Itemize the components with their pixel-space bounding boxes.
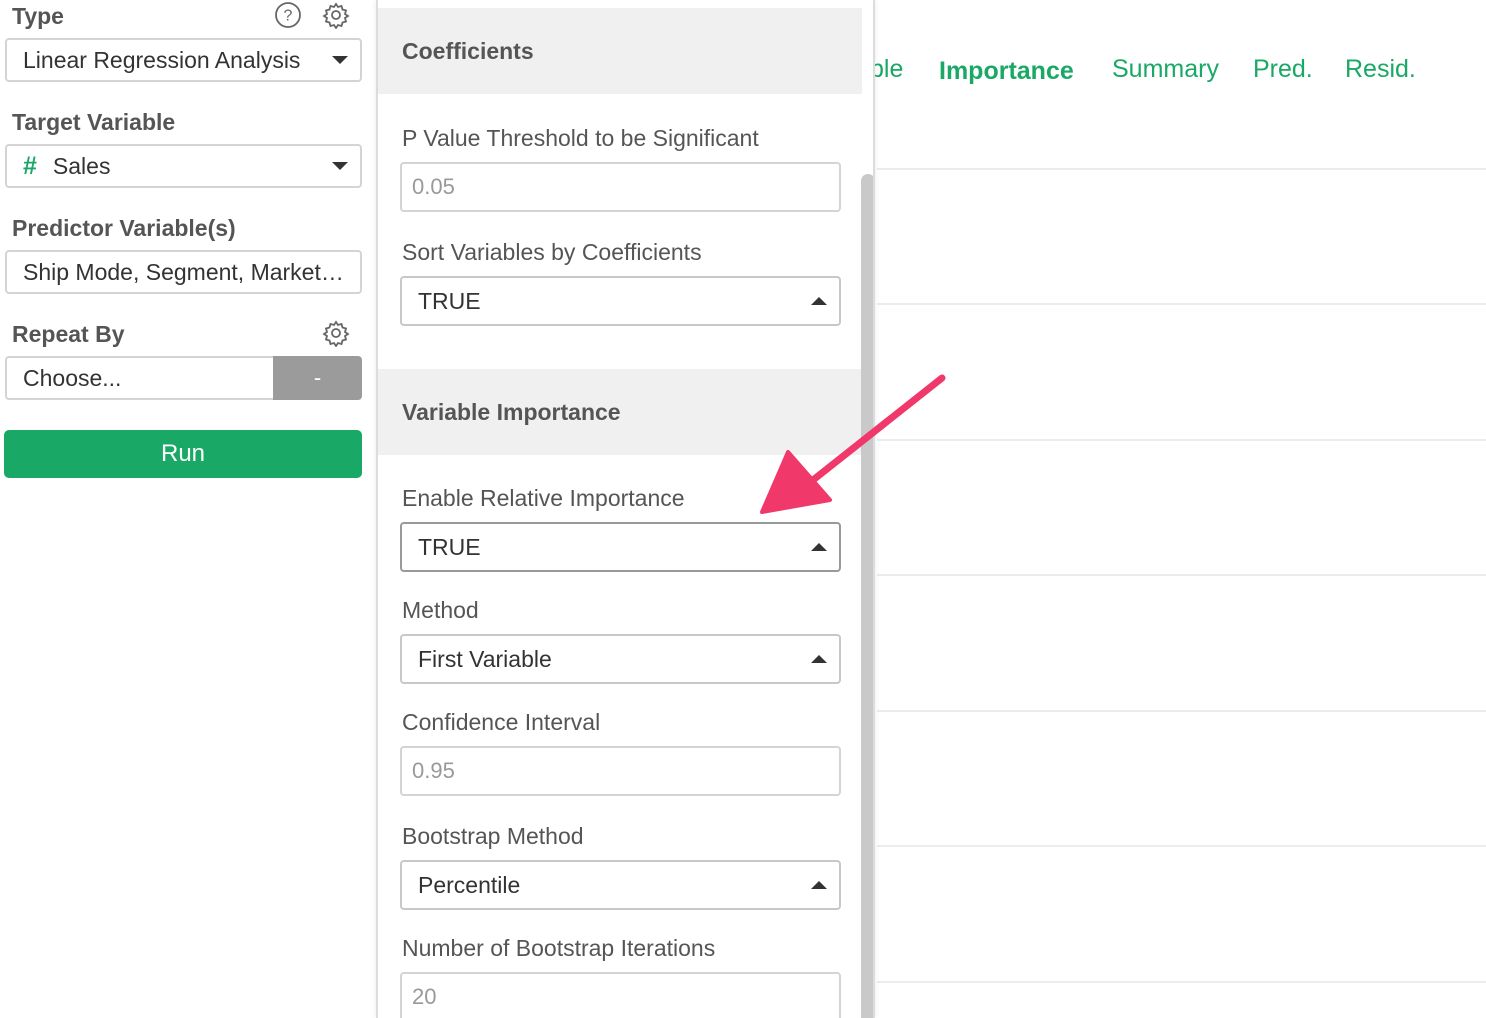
sort-variables-select[interactable]: TRUE <box>400 276 841 326</box>
predictor-variables-value: Ship Mode, Segment, Market, Region, Cate… <box>23 258 360 285</box>
repeat-by-control: Choose... - <box>5 356 362 400</box>
chevron-up-icon <box>811 655 827 663</box>
sort-variables-value: TRUE <box>418 287 481 314</box>
bootstrap-method-select[interactable]: Percentile <box>400 860 841 910</box>
tab-prediction[interactable]: Pred. <box>1253 55 1313 84</box>
coefficients-section-header: Coefficients <box>378 8 862 94</box>
gear-icon[interactable] <box>321 0 351 30</box>
target-variable-label: Target Variable <box>12 109 176 135</box>
repeat-by-label: Repeat By <box>12 321 125 347</box>
help-circle-icon[interactable]: ? <box>273 0 303 30</box>
predictor-variables-label: Predictor Variable(s) <box>12 215 236 241</box>
p-value-label: P Value Threshold to be Significant <box>402 125 759 151</box>
row-divider <box>877 168 1486 170</box>
analysis-type-value: Linear Regression Analysis <box>23 46 301 73</box>
tab-importance[interactable]: Importance <box>939 57 1074 86</box>
confidence-interval-label: Confidence Interval <box>402 709 601 735</box>
confidence-interval-input[interactable]: 0.95 <box>400 746 841 796</box>
relative-importance-label: Enable Relative Importance <box>402 485 685 511</box>
chevron-up-icon <box>811 881 827 889</box>
row-divider <box>877 981 1486 983</box>
chevron-up-icon <box>811 543 827 551</box>
variable-importance-section-header: Variable Importance <box>378 369 862 455</box>
row-divider <box>877 439 1486 441</box>
svg-text:?: ? <box>284 8 293 25</box>
target-variable-value: Sales <box>52 152 111 179</box>
options-panel: Coefficients P Value Threshold to be Sig… <box>376 0 875 1018</box>
numeric-type-icon: # <box>23 151 37 180</box>
tab-residuals[interactable]: Resid. <box>1345 55 1416 84</box>
sort-variables-label: Sort Variables by Coefficients <box>402 239 702 265</box>
analytics-sidebar: Type ? Linear Regression Analysis Target… <box>0 0 375 1018</box>
p-value-input[interactable]: 0.05 <box>400 162 841 212</box>
chevron-up-icon <box>811 297 827 305</box>
panel-scrollbar[interactable] <box>861 174 873 1018</box>
analysis-type-select[interactable]: Linear Regression Analysis <box>5 38 362 82</box>
row-divider <box>877 710 1486 712</box>
bootstrap-iterations-label: Number of Bootstrap Iterations <box>402 935 716 961</box>
chevron-down-icon <box>332 56 348 64</box>
bootstrap-method-value: Percentile <box>418 871 521 898</box>
row-divider <box>877 574 1486 576</box>
repeat-by-clear-button[interactable]: - <box>273 356 362 400</box>
type-label: Type <box>12 3 64 29</box>
tab-data-table[interactable]: ble <box>870 55 903 84</box>
relative-importance-value: TRUE <box>418 533 481 560</box>
method-value: First Variable <box>418 645 552 672</box>
predictor-variables-select[interactable]: Ship Mode, Segment, Market, Region, Cate… <box>5 250 362 294</box>
relative-importance-select[interactable]: TRUE <box>400 522 841 572</box>
target-variable-select[interactable]: # Sales <box>5 144 362 188</box>
method-select[interactable]: First Variable <box>400 634 841 684</box>
repeat-by-select[interactable]: Choose... <box>5 356 273 400</box>
gear-icon[interactable] <box>321 318 351 348</box>
chevron-down-icon <box>332 162 348 170</box>
page: ble Importance Summary Pred. Resid. Type… <box>0 0 1486 1018</box>
bootstrap-iterations-input[interactable]: 20 <box>400 972 841 1018</box>
bootstrap-method-label: Bootstrap Method <box>402 823 584 849</box>
row-divider <box>877 303 1486 305</box>
method-label: Method <box>402 597 479 623</box>
row-divider <box>877 845 1486 847</box>
tab-summary[interactable]: Summary <box>1112 55 1219 84</box>
run-button[interactable]: Run <box>4 430 362 478</box>
